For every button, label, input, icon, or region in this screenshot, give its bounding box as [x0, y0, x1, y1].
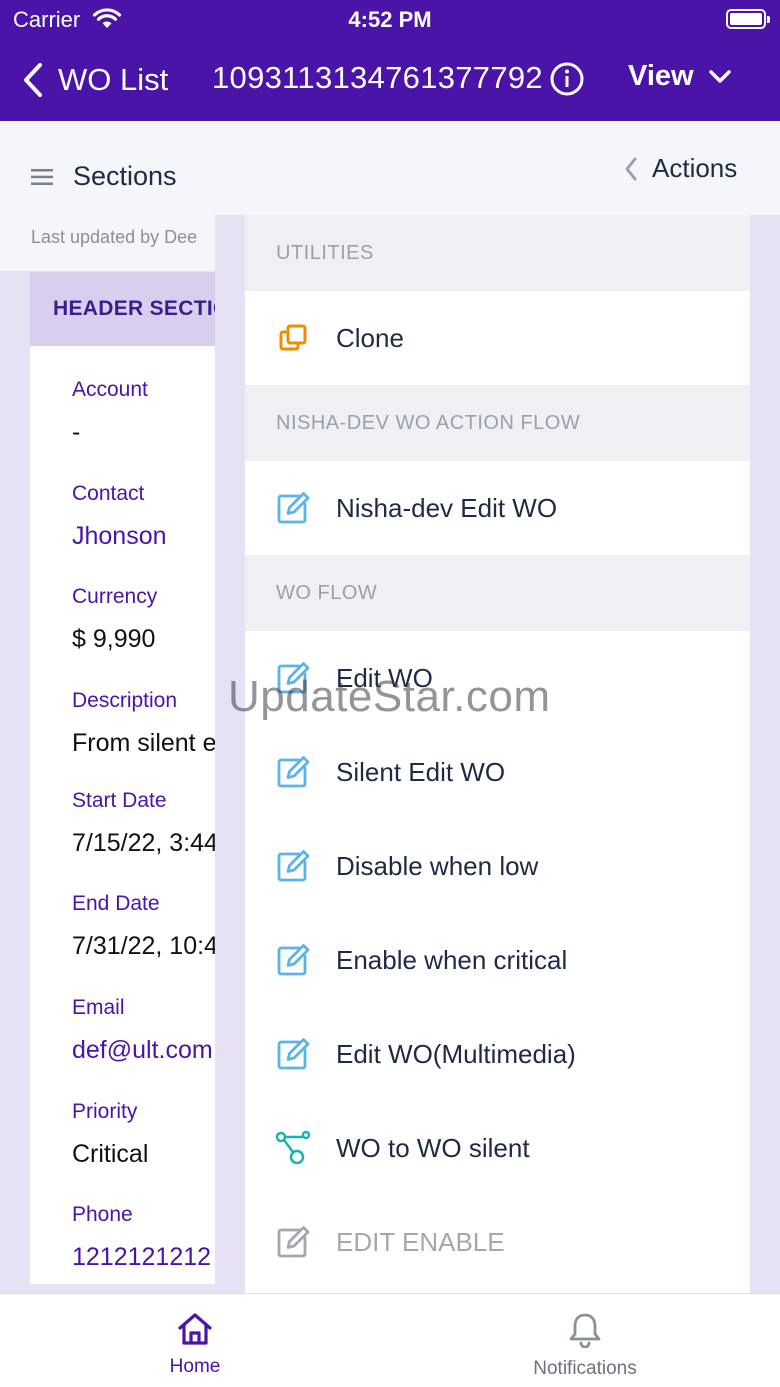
- action-label: Edit WO: [336, 662, 433, 693]
- flow-icon: [275, 1130, 311, 1166]
- action-label: Edit WO(Multimedia): [336, 1038, 576, 1069]
- group-header-nisha-dev: NISHA-DEV WO ACTION FLOW: [245, 385, 750, 461]
- field-phone: Phone 1212121212: [72, 1203, 211, 1272]
- action-edit-wo-multimedia[interactable]: Edit WO(Multimedia): [245, 1007, 750, 1101]
- home-icon: [178, 1313, 212, 1345]
- action-label: Disable when low: [336, 850, 539, 881]
- field-label: Start Date: [72, 789, 167, 812]
- detail-card: HEADER SECTION Account - Contact Jhonson…: [30, 272, 230, 1284]
- record-id-title: 1093113134761377792: [212, 60, 543, 95]
- field-contact: Contact Jhonson: [72, 482, 167, 551]
- action-label: Silent Edit WO: [336, 756, 506, 787]
- action-edit-enable[interactable]: EDIT ENABLE: [245, 1195, 750, 1289]
- field-priority: Priority Critical: [72, 1100, 148, 1169]
- edit-icon: [275, 490, 311, 526]
- phone-link[interactable]: 1212121212: [72, 1243, 211, 1272]
- battery-icon: [726, 9, 770, 29]
- edit-icon: [275, 754, 311, 790]
- action-enable-when-critical[interactable]: Enable when critical: [245, 913, 750, 1007]
- field-value: Critical: [72, 1140, 149, 1168]
- tab-bar: Home Notifications: [0, 1293, 780, 1387]
- last-updated-text: Last updated by Dee: [31, 227, 198, 247]
- actions-back-button[interactable]: Actions: [624, 153, 737, 184]
- view-label: View: [628, 60, 694, 92]
- field-description: Description From silent e: [72, 689, 216, 758]
- email-link[interactable]: def@ult.com: [72, 1036, 213, 1065]
- field-label: Contact: [72, 482, 145, 505]
- bell-icon: [569, 1313, 601, 1348]
- field-label: Phone: [72, 1203, 133, 1226]
- tab-label: Notifications: [533, 1358, 637, 1379]
- group-header-wo-flow: WO FLOW: [245, 555, 750, 631]
- edit-icon: [275, 1036, 311, 1072]
- header-section-title[interactable]: HEADER SECTION: [30, 272, 230, 346]
- sections-title[interactable]: Sections: [73, 161, 177, 192]
- field-value: 7/15/22, 3:44: [72, 829, 218, 857]
- action-clone[interactable]: Clone: [245, 291, 750, 385]
- field-email: Email def@ult.com: [72, 996, 213, 1065]
- action-wo-to-wo-silent[interactable]: WO to WO silent: [245, 1101, 750, 1195]
- clone-icon: [275, 320, 311, 356]
- group-header-utilities: UTILITIES: [245, 215, 750, 291]
- back-label: WO List: [58, 62, 169, 97]
- action-label: Enable when critical: [336, 944, 568, 975]
- field-label: Description: [72, 689, 178, 712]
- tab-home[interactable]: Home: [0, 1294, 390, 1387]
- edit-icon: [275, 848, 311, 884]
- action-label: Nisha-dev Edit WO: [336, 492, 558, 523]
- action-label: Clone: [336, 322, 404, 353]
- field-value: 7/31/22, 10:4: [72, 932, 218, 960]
- edit-icon: [275, 1224, 311, 1260]
- action-label: EDIT ENABLE: [336, 1226, 505, 1257]
- field-end-date: End Date 7/31/22, 10:4: [72, 892, 218, 961]
- field-label: Currency: [72, 585, 158, 608]
- edit-icon: [275, 660, 311, 696]
- view-dropdown-button[interactable]: View: [628, 60, 732, 93]
- info-icon[interactable]: [550, 62, 584, 96]
- action-disable-when-low[interactable]: Disable when low: [245, 819, 750, 913]
- chevron-left-icon: [625, 157, 637, 180]
- contact-link[interactable]: Jhonson: [72, 522, 167, 551]
- field-value: -: [72, 418, 81, 446]
- edit-icon: [275, 942, 311, 978]
- actions-label: Actions: [652, 153, 738, 183]
- tab-notifications[interactable]: Notifications: [390, 1294, 780, 1387]
- field-label: Priority: [72, 1100, 138, 1123]
- top-navigation-bar: Carrier 4:52 PM WO List 1093113134761377…: [0, 0, 780, 121]
- back-button[interactable]: WO List: [22, 58, 168, 102]
- field-value: From silent e: [72, 729, 217, 757]
- action-edit-wo[interactable]: Edit WO: [245, 631, 750, 725]
- field-label: Account: [72, 378, 148, 401]
- action-label: WO to WO silent: [336, 1132, 530, 1163]
- field-currency: Currency $ 9,990: [72, 585, 157, 654]
- status-time: 4:52 PM: [348, 7, 432, 32]
- chevron-down-icon: [708, 69, 731, 83]
- tab-label: Home: [169, 1356, 221, 1377]
- field-value: $ 9,990: [72, 625, 156, 653]
- menu-icon[interactable]: [31, 169, 53, 185]
- actions-panel: UTILITIES Clone NISHA-DEV WO ACTION FLOW…: [245, 215, 750, 1295]
- field-start-date: Start Date 7/15/22, 3:44: [72, 789, 218, 858]
- field-account: Account -: [72, 378, 148, 447]
- action-silent-edit-wo[interactable]: Silent Edit WO: [245, 725, 750, 819]
- action-nisha-dev-edit-wo[interactable]: Nisha-dev Edit WO: [245, 461, 750, 555]
- field-label: Email: [72, 996, 125, 1019]
- status-bar: Carrier 4:52 PM: [0, 0, 780, 40]
- field-label: End Date: [72, 892, 160, 915]
- chevron-left-icon: [24, 63, 42, 97]
